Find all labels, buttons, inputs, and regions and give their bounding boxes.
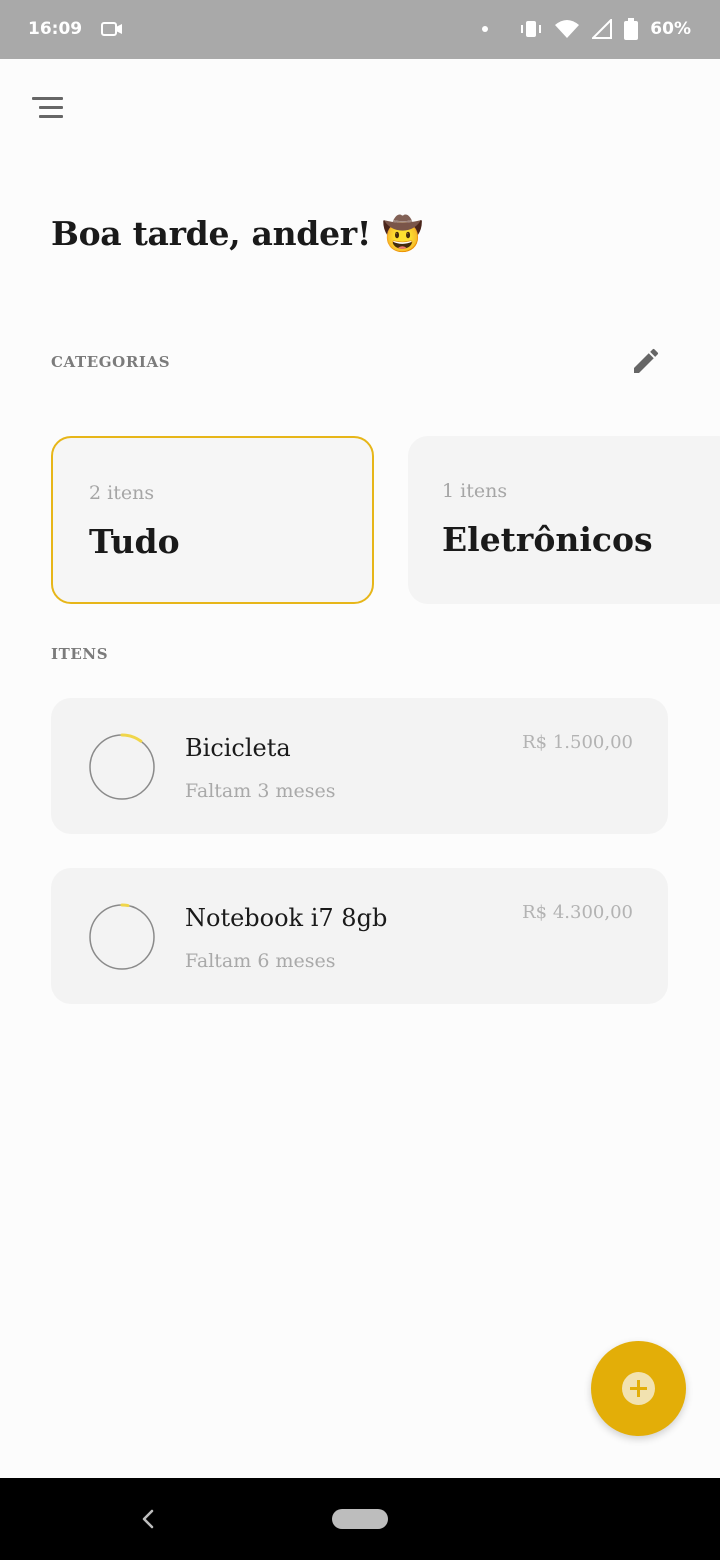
status-time: 16:09 bbox=[28, 19, 83, 39]
add-item-button[interactable] bbox=[591, 1341, 686, 1436]
cellular-signal-icon bbox=[592, 19, 613, 39]
item-price: R$ 1.500,00 bbox=[522, 732, 633, 753]
category-count: 1 itens bbox=[442, 480, 508, 502]
category-count: 2 itens bbox=[89, 482, 155, 504]
back-icon[interactable] bbox=[136, 1506, 162, 1532]
item-subtitle: Faltam 6 meses bbox=[185, 950, 336, 972]
home-pill-icon[interactable] bbox=[332, 1509, 388, 1529]
category-card-tudo[interactable]: 2 itens Tudo bbox=[51, 436, 374, 604]
menu-icon[interactable] bbox=[30, 94, 66, 122]
greeting-title: Boa tarde, ander! 🤠 bbox=[51, 214, 424, 253]
progress-ring bbox=[89, 903, 155, 970]
list-item[interactable]: Bicicleta Faltam 3 meses R$ 1.500,00 bbox=[51, 698, 668, 834]
category-name: Eletrônicos bbox=[442, 520, 653, 559]
item-title: Bicicleta bbox=[185, 734, 291, 762]
vibrate-icon bbox=[521, 21, 542, 37]
categories-label: CATEGORIAS bbox=[51, 353, 171, 371]
progress-ring bbox=[89, 733, 155, 800]
category-card-eletronicos[interactable]: 1 itens Eletrônicos bbox=[408, 436, 720, 604]
video-camera-icon bbox=[101, 22, 122, 36]
add-icon bbox=[622, 1372, 655, 1405]
item-title: Notebook i7 8gb bbox=[185, 904, 388, 932]
item-price: R$ 4.300,00 bbox=[522, 902, 633, 923]
navigation-bar bbox=[0, 1478, 720, 1560]
battery-level: 60% bbox=[650, 19, 691, 39]
items-label: ITENS bbox=[51, 645, 109, 663]
status-bar: 16:09 60% bbox=[0, 0, 720, 59]
list-item[interactable]: Notebook i7 8gb Faltam 6 meses R$ 4.300,… bbox=[51, 868, 668, 1004]
category-name: Tudo bbox=[89, 522, 180, 561]
wifi-icon bbox=[555, 20, 580, 38]
pencil-icon[interactable] bbox=[630, 345, 662, 377]
battery-icon bbox=[624, 18, 639, 40]
dot-icon bbox=[482, 26, 489, 32]
item-subtitle: Faltam 3 meses bbox=[185, 780, 336, 802]
